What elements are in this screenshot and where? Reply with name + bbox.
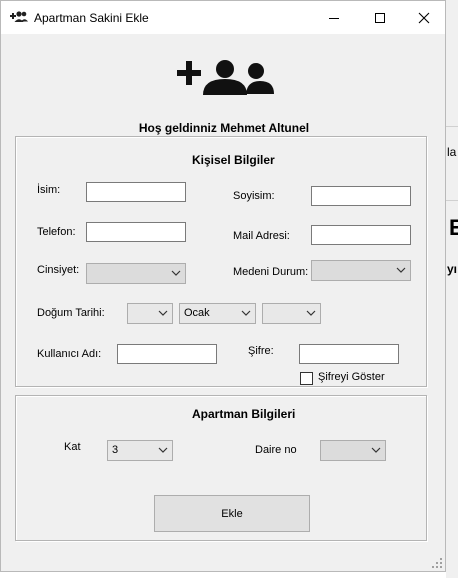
show-password-checkbox[interactable] xyxy=(300,372,313,385)
username-input[interactable] xyxy=(117,344,217,364)
password-input[interactable] xyxy=(299,344,399,364)
personal-info-title: Kişisel Bilgiler xyxy=(192,153,275,167)
mail-label: Mail Adresi: xyxy=(233,230,290,242)
name-label: İsim: xyxy=(37,184,61,196)
apartment-info-title: Apartman Bilgileri xyxy=(192,407,296,421)
mail-input[interactable] xyxy=(311,225,411,245)
floor-select[interactable]: 3 xyxy=(107,440,173,461)
phone-input[interactable] xyxy=(86,222,186,242)
birth-month-select[interactable]: Ocak xyxy=(179,303,256,324)
close-button[interactable] xyxy=(401,1,445,34)
welcome-message: Hoş geldinniz Mehmet Altunel xyxy=(138,121,310,135)
add-button[interactable]: Ekle xyxy=(154,495,310,532)
close-icon xyxy=(418,12,430,23)
phone-label: Telefon: xyxy=(37,226,76,238)
password-label: Şifre: xyxy=(248,345,274,357)
gender-label: Cinsiyet: xyxy=(37,264,80,276)
add-users-icon xyxy=(177,60,274,95)
name-input[interactable] xyxy=(86,182,186,202)
surname-label: Soyisim: xyxy=(233,190,275,202)
chevron-down-icon xyxy=(171,270,181,276)
maximize-button[interactable] xyxy=(357,1,403,34)
maximize-icon xyxy=(375,12,385,23)
marital-status-select[interactable] xyxy=(311,260,411,281)
birth-year-select[interactable] xyxy=(262,303,321,324)
chevron-down-icon xyxy=(306,310,316,316)
floor-label: Kat xyxy=(64,441,81,453)
door-number-select[interactable] xyxy=(320,440,386,461)
gender-select[interactable] xyxy=(86,263,186,284)
floor-value: 3 xyxy=(112,444,119,456)
surname-input[interactable] xyxy=(311,186,411,206)
show-password-label[interactable]: Şifreyi Göster xyxy=(318,371,385,383)
username-label: Kullanıcı Adı: xyxy=(37,348,102,360)
add-resident-window: Apartman Sakini Ekle Hoş geldinniz Mehme… xyxy=(0,0,446,572)
background-text: yı xyxy=(447,262,458,276)
resize-grip-icon[interactable] xyxy=(432,558,442,568)
title-bar[interactable]: Apartman Sakini Ekle xyxy=(1,1,445,34)
background-divider xyxy=(446,126,458,127)
background-divider xyxy=(446,200,458,201)
background-text: la xyxy=(447,145,457,159)
marital-status-label: Medeni Durum: xyxy=(233,266,309,278)
background-text: E xyxy=(449,215,458,240)
users-add-icon xyxy=(10,11,28,22)
chevron-down-icon xyxy=(396,267,406,273)
minimize-button[interactable] xyxy=(311,1,357,34)
background-window xyxy=(446,0,458,578)
minimize-icon xyxy=(329,17,339,19)
chevron-down-icon xyxy=(158,310,168,316)
door-number-label: Daire no xyxy=(255,444,297,456)
chevron-down-icon xyxy=(241,310,251,316)
birth-date-label: Doğum Tarihi: xyxy=(37,307,105,319)
chevron-down-icon xyxy=(158,447,168,453)
chevron-down-icon xyxy=(371,447,381,453)
birth-day-select[interactable] xyxy=(127,303,173,324)
window-title: Apartman Sakini Ekle xyxy=(34,11,149,25)
birth-month-value: Ocak xyxy=(184,307,210,319)
